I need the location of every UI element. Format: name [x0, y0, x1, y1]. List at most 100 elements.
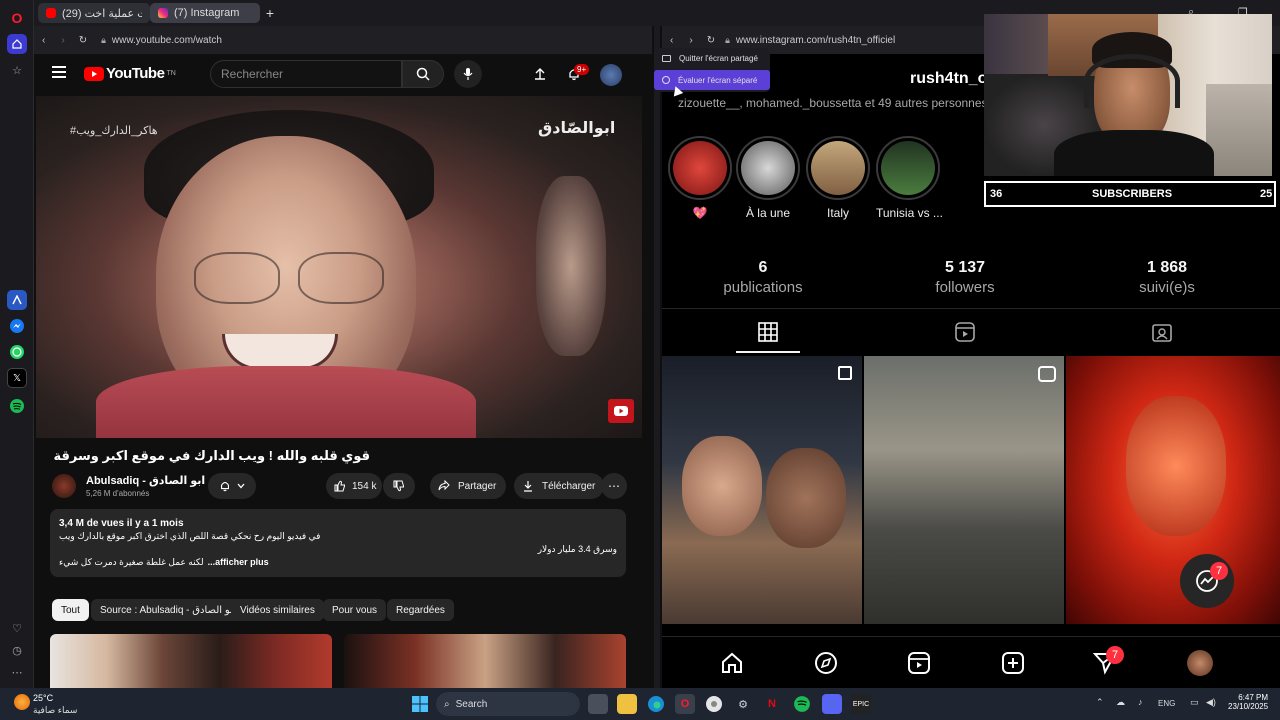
explore-icon[interactable]: [814, 651, 838, 680]
exit-split-screen-item[interactable]: Quitter l'écran partagé: [662, 54, 758, 63]
messenger-icon[interactable]: [7, 316, 27, 336]
steam-icon[interactable]: ⚙: [733, 694, 753, 714]
chip-watched[interactable]: Regardées: [387, 599, 454, 621]
epic-games-icon[interactable]: EPIC: [851, 694, 871, 714]
chip-source[interactable]: Source : Abulsadiq - ابو الصادق: [91, 599, 245, 621]
upload-icon[interactable]: [526, 60, 554, 88]
story-highlight[interactable]: Italy: [806, 136, 870, 220]
grid-tab-icon[interactable]: [758, 322, 778, 347]
weather-icon[interactable]: [14, 694, 30, 710]
whatsapp-icon[interactable]: [7, 342, 27, 362]
heart-icon[interactable]: ♡: [7, 618, 27, 638]
lock-icon: 🔒︎: [101, 34, 106, 45]
chrome-icon[interactable]: [704, 694, 724, 714]
stat-label: publications: [723, 279, 803, 296]
post-tile[interactable]: [662, 356, 862, 624]
story-highlight[interactable]: 💖: [668, 136, 732, 220]
bookmarks-icon[interactable]: ☆: [7, 60, 27, 80]
back-icon[interactable]: ‹: [670, 35, 673, 46]
chip-similar[interactable]: Vidéos similaires: [231, 599, 324, 621]
download-button[interactable]: Télécharger: [514, 473, 604, 499]
reels-tab-icon[interactable]: [955, 322, 975, 347]
stat-following[interactable]: 1 868 suivi(e)s: [1067, 259, 1267, 296]
youtube-logo[interactable]: YouTube TN: [84, 65, 176, 82]
dislike-button[interactable]: [383, 473, 415, 499]
stat-publications[interactable]: 6 publications: [663, 259, 863, 296]
chip-all[interactable]: Tout: [52, 599, 89, 621]
post-tile[interactable]: [1066, 356, 1280, 624]
profile-avatar[interactable]: [1187, 650, 1213, 676]
search-input[interactable]: Rechercher: [210, 60, 402, 88]
opera-taskbar-icon[interactable]: O: [675, 694, 695, 714]
discord-icon[interactable]: [822, 694, 842, 714]
network-icon[interactable]: ▭: [1190, 697, 1199, 708]
download-icon: [524, 481, 532, 492]
menu-icon[interactable]: [52, 66, 66, 78]
split-divider[interactable]: [654, 26, 660, 688]
share-button[interactable]: Partager: [430, 473, 506, 499]
opera-logo-icon[interactable]: O: [7, 8, 27, 28]
story-highlight[interactable]: Tunisia vs ...: [876, 136, 943, 220]
chip-for-you[interactable]: Pour vous: [323, 599, 387, 621]
subscribed-bell-button[interactable]: [208, 473, 256, 499]
stat-label: suivi(e)s: [1139, 279, 1195, 296]
microphone-tray-icon[interactable]: ♪: [1138, 697, 1143, 707]
recommended-thumbnail[interactable]: [344, 634, 626, 688]
description-line: وسرق 3.4 مليار دولار: [537, 544, 617, 554]
forward-icon[interactable]: ›: [61, 35, 64, 46]
volume-icon[interactable]: ◀): [1206, 697, 1216, 708]
followed-by[interactable]: zizouette__, mohamed._boussetta et 49 au…: [678, 96, 988, 110]
new-tab-button[interactable]: +: [262, 3, 278, 23]
forward-icon[interactable]: ›: [689, 35, 692, 46]
task-view-icon[interactable]: [588, 694, 608, 714]
messages-button[interactable]: [1180, 554, 1234, 608]
lock-icon: 🔒︎: [725, 34, 730, 45]
more-actions-button[interactable]: ⋯: [601, 473, 627, 499]
netflix-icon[interactable]: N: [762, 694, 782, 714]
url-text[interactable]: www.instagram.com/rush4tn_officiel: [736, 35, 895, 46]
clock[interactable]: 6:47 PM 23/10/2025: [1228, 693, 1268, 711]
stat-followers[interactable]: 5 137 followers: [865, 259, 1065, 296]
reload-icon[interactable]: ↻: [79, 35, 87, 46]
reels-icon[interactable]: [907, 651, 931, 680]
home-icon[interactable]: [720, 651, 744, 680]
description-box[interactable]: 3,4 M de vues il y a 1 mois في فيديو الي…: [50, 509, 626, 577]
url-text[interactable]: www.youtube.com/watch: [112, 35, 222, 46]
taskbar-search[interactable]: ⌕ Search: [436, 692, 580, 716]
video-player[interactable]: #هاكر_الدارك_ويب ابوالصّادق: [36, 96, 642, 438]
account-avatar[interactable]: [600, 64, 622, 86]
subscribe-watermark-icon[interactable]: [608, 399, 634, 423]
microphone-icon[interactable]: [454, 60, 482, 88]
spotify-icon[interactable]: [7, 396, 27, 416]
tab-youtube[interactable]: (29) كيف تمت عملية اخت: [38, 3, 150, 23]
channel-avatar[interactable]: [52, 474, 76, 498]
chevron-up-icon[interactable]: ⌃: [1096, 697, 1104, 708]
x-twitter-icon[interactable]: 𝕏: [7, 368, 27, 388]
recommended-thumbnail[interactable]: [50, 634, 332, 688]
start-icon[interactable]: [410, 694, 430, 714]
spotify-taskbar-icon[interactable]: [792, 694, 812, 714]
tab-instagram[interactable]: (7) Instagram: [150, 3, 260, 23]
story-highlight[interactable]: À la une: [736, 136, 800, 220]
aria-icon[interactable]: [7, 290, 27, 310]
language-indicator[interactable]: ENG: [1158, 699, 1175, 708]
youtube-pane: ‹ › ↻ 🔒︎ www.youtube.com/watch YouTube T…: [34, 26, 652, 688]
home-icon[interactable]: [7, 34, 27, 54]
tagged-tab-icon[interactable]: [1152, 322, 1172, 347]
post-tile[interactable]: [864, 356, 1064, 624]
onedrive-icon[interactable]: ☁: [1116, 697, 1125, 708]
clock-date: 23/10/2025: [1228, 702, 1269, 711]
weather-temp[interactable]: 25°C: [33, 693, 53, 703]
more-icon[interactable]: ⋯: [7, 662, 27, 682]
history-icon[interactable]: ◷: [7, 640, 27, 660]
search-button[interactable]: [402, 60, 444, 88]
channel-name[interactable]: Abulsadiq - ابو الصادق ✓: [86, 474, 221, 487]
file-explorer-icon[interactable]: [617, 694, 637, 714]
show-more-link[interactable]: ...afficher plus: [208, 556, 269, 569]
bell-icon: [221, 482, 229, 492]
back-icon[interactable]: ‹: [42, 35, 45, 46]
edge-icon[interactable]: [646, 694, 666, 714]
create-post-icon[interactable]: [1001, 651, 1025, 680]
like-button[interactable]: 154 k: [326, 473, 382, 499]
reload-icon[interactable]: ↻: [707, 35, 715, 46]
